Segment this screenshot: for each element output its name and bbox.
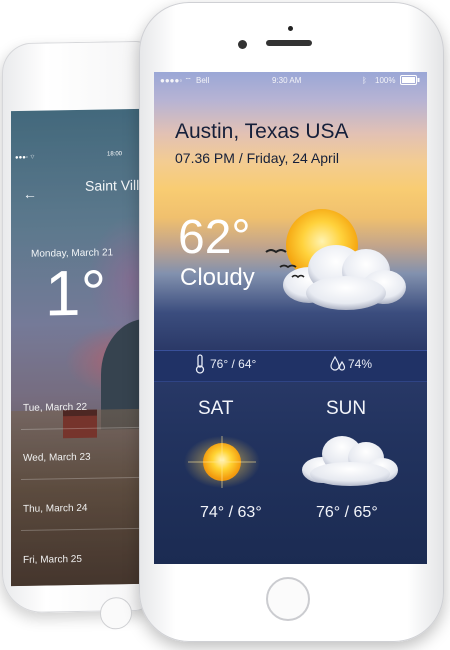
battery-icon (400, 75, 420, 87)
forecast-day[interactable]: Thu, March 24 (23, 503, 87, 515)
forecast-day[interactable]: Tue, March 22 (23, 402, 87, 414)
cloud-icon (298, 430, 400, 493)
weather-screen: ●●●●◦ ⌔ Bell 9:30 AM ᛒ 100% Austin, Texa… (154, 72, 427, 564)
earpiece-speaker (266, 40, 312, 46)
current-condition: Cloudy (180, 264, 255, 291)
humidity-value: 74% (348, 357, 373, 371)
carrier-name: Bell (196, 76, 210, 85)
forecast-day-label: SAT (198, 398, 234, 419)
front-phone: ●●●●◦ ⌔ Bell 9:30 AM ᛒ 100% Austin, Texa… (139, 2, 444, 642)
front-camera (238, 40, 247, 49)
back-arrow-icon[interactable]: ← (23, 186, 37, 202)
humidity-drops-icon (330, 355, 346, 378)
battery-level: 100% (375, 76, 396, 85)
forecast-day-label: SUN (326, 398, 367, 419)
current-temperature: 1° (45, 256, 107, 330)
forecast-day[interactable]: Fri, March 25 (23, 554, 82, 566)
proximity-sensor (288, 26, 293, 31)
city-title: Saint Villa (85, 176, 141, 194)
bluetooth-icon: ᛒ (362, 76, 367, 85)
forecast-temps: 74° / 63° (200, 504, 262, 521)
signal-icon: ●●●◦ ⌔ (15, 154, 36, 162)
thermometer-icon (194, 354, 206, 379)
home-button[interactable] (266, 577, 310, 621)
location-title: Austin, Texas USA (175, 120, 349, 143)
current-temperature: 62° (178, 211, 251, 264)
sun-behind-cloud-icon (254, 207, 414, 322)
local-datetime: 07.36 PM / Friday, 24 April (175, 150, 339, 166)
high-low-temperature: 76° / 64° (210, 357, 257, 371)
forecast-day[interactable]: Wed, March 23 (23, 452, 91, 464)
forecast-temps: 76° / 65° (316, 504, 378, 521)
home-button[interactable] (100, 597, 132, 630)
back-phone-screen: ●●●◦ ⌔ 18:00 ← Saint Villa Monday, March… (11, 108, 141, 587)
back-phone: ●●●◦ ⌔ 18:00 ← Saint Villa Monday, March… (2, 40, 150, 630)
signal-icon: ●●●●◦ ⌔ (160, 76, 192, 85)
status-time: 18:00 (107, 151, 123, 158)
sun-icon (182, 430, 262, 495)
status-time: 9:30 AM (272, 76, 302, 85)
